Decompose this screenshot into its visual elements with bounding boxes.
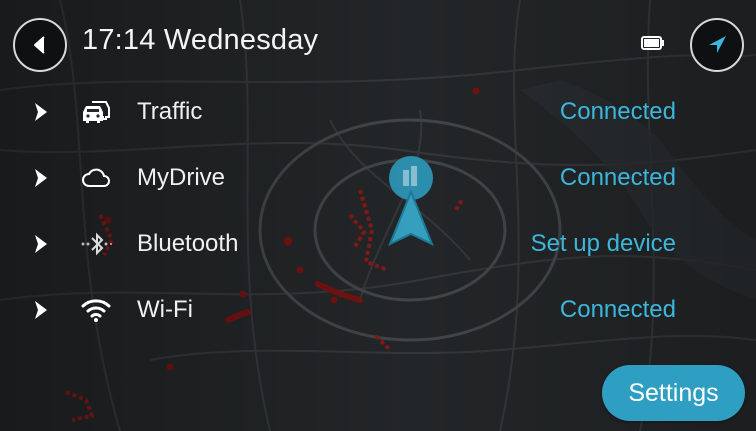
list-item-mydrive[interactable]: MyDrive Connected [0, 150, 756, 206]
list-item-bluetooth[interactable]: Bluetooth Set up device [0, 216, 756, 272]
wifi-status: Connected [559, 296, 676, 323]
cloud-icon [82, 168, 110, 187]
bluetooth-label: Bluetooth [137, 230, 239, 257]
chevron-right-icon [35, 103, 47, 121]
mydrive-label: MyDrive [137, 164, 225, 191]
bluetooth-status: Set up device [530, 230, 676, 257]
chevron-right-icon [35, 235, 47, 253]
battery-icon [641, 36, 664, 50]
traffic-status: Connected [559, 98, 676, 125]
mydrive-status: Connected [559, 164, 676, 191]
list-item-wifi[interactable]: Wi-Fi Connected [0, 282, 756, 338]
navigation-arrow-icon [709, 36, 726, 53]
settings-button[interactable]: Settings [602, 365, 745, 421]
traffic-label: Traffic [137, 98, 203, 125]
list-item-traffic[interactable]: Traffic Connected [0, 84, 756, 140]
wifi-icon [81, 299, 111, 322]
traffic-car-icon [83, 101, 110, 123]
status-screen: 17:14 Wednesday Traffic Connected MyDriv… [0, 0, 756, 431]
top-bar: 17:14 Wednesday [0, 0, 756, 88]
chevron-right-icon [35, 301, 47, 319]
arrow-left-icon [34, 36, 45, 54]
chevron-right-icon [35, 169, 47, 187]
wifi-label: Wi-Fi [137, 296, 193, 323]
bluetooth-icon [81, 232, 112, 256]
time-day-label: 17:14 Wednesday [82, 24, 319, 56]
back-button[interactable] [13, 18, 67, 72]
current-location-button[interactable] [690, 18, 744, 72]
